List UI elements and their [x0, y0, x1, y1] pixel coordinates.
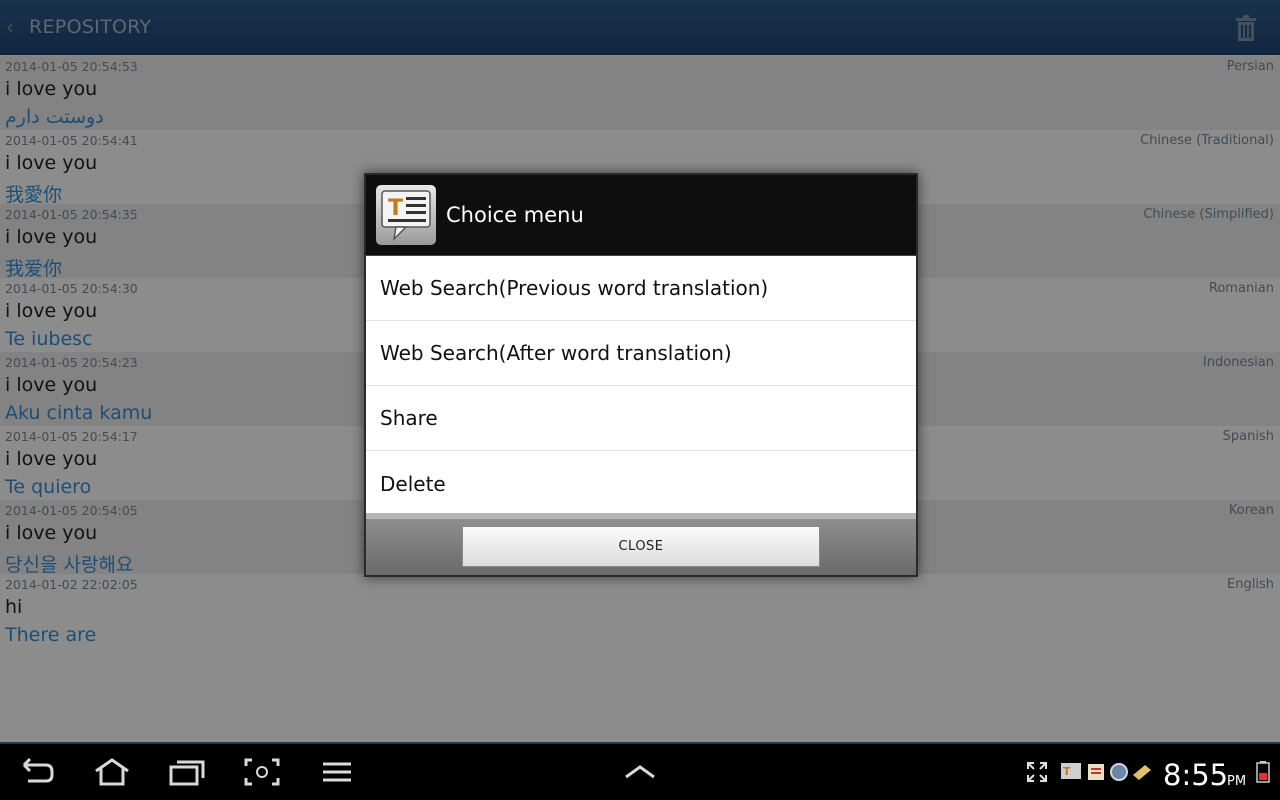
- system-bar: T 8:55 PM: [0, 742, 1280, 800]
- dialog-title: Choice menu: [446, 203, 584, 227]
- menu-item-share[interactable]: Share: [366, 386, 916, 451]
- translator-app-icon: T: [1060, 761, 1082, 783]
- close-button[interactable]: CLOSE: [462, 526, 820, 567]
- expand-up-icon[interactable]: [620, 757, 660, 787]
- notepad-icon: [1085, 761, 1107, 783]
- menu-item-web-search-previous[interactable]: Web Search(Previous word translation): [366, 256, 916, 321]
- dialog-header: T Choice menu: [366, 175, 916, 256]
- clock-ampm: PM: [1227, 774, 1247, 789]
- app-logo-icon: T: [376, 185, 436, 245]
- home-icon[interactable]: [92, 757, 132, 787]
- menu-item-delete[interactable]: Delete: [366, 451, 916, 516]
- menu-item-web-search-after[interactable]: Web Search(After word translation): [366, 321, 916, 386]
- fullscreen-icon[interactable]: [1026, 761, 1048, 783]
- dialog-footer: CLOSE: [366, 513, 916, 575]
- sync-icon: [1108, 761, 1130, 783]
- recent-apps-icon[interactable]: [167, 757, 207, 787]
- screenshot-icon[interactable]: [242, 757, 282, 787]
- svg-text:T: T: [388, 196, 403, 221]
- menu-icon[interactable]: [317, 757, 357, 787]
- svg-text:T: T: [1063, 765, 1071, 778]
- choice-menu-dialog: T Choice menu Web Search(Previous word t…: [364, 173, 918, 577]
- back-icon[interactable]: [18, 757, 58, 787]
- battery-icon: [1256, 761, 1270, 783]
- card-icon: [1131, 761, 1153, 783]
- clock-time: 8:55: [1163, 758, 1229, 792]
